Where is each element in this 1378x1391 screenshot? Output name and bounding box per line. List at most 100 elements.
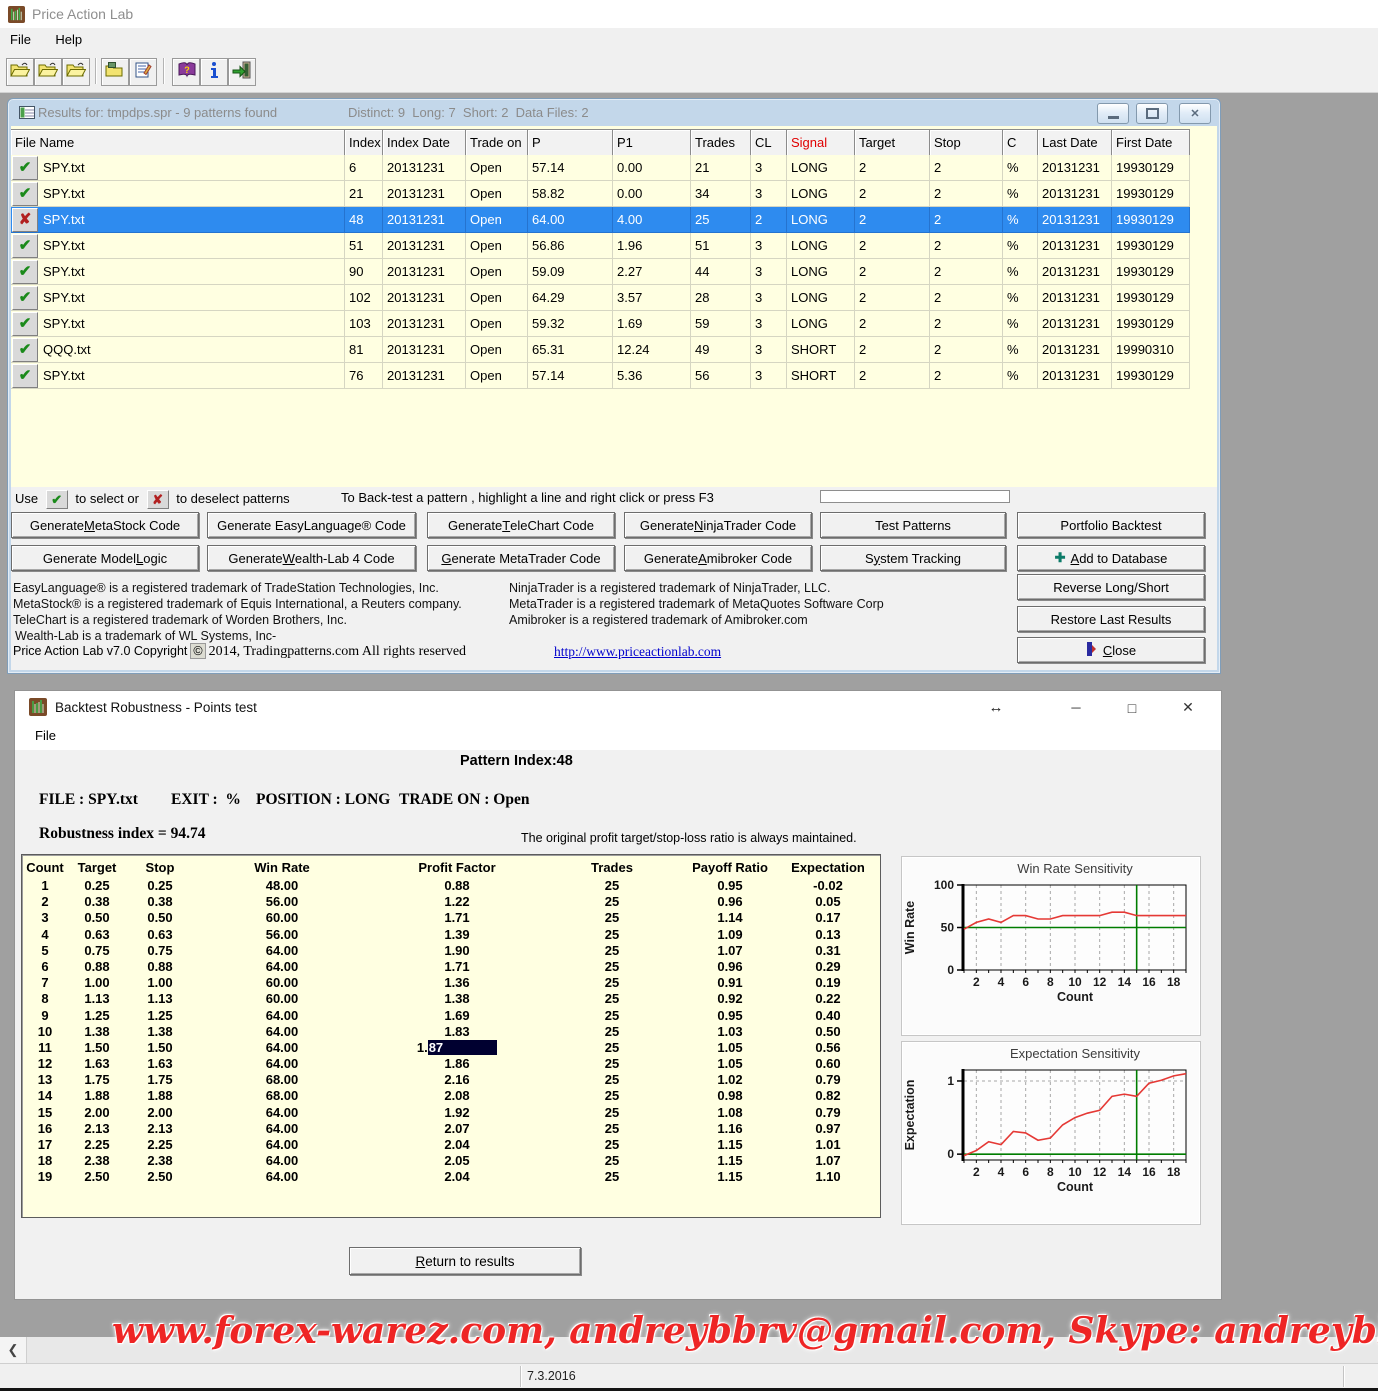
resize-arrows-icon[interactable]: ↔ (975, 691, 1017, 724)
results-row-4[interactable]: ✔SPY.txt5120131231Open56.861.96513LONG22… (11, 233, 1191, 259)
column-header-trades[interactable]: Trades (691, 129, 751, 156)
app-menubar: File Help (0, 28, 1378, 52)
select-check-icon[interactable]: ✔ (12, 312, 38, 336)
minimize-button[interactable] (1097, 103, 1129, 124)
deselect-cross-icon[interactable]: ✘ (12, 208, 38, 232)
results-row-5[interactable]: ✔SPY.txt9020131231Open59.092.27443LONG22… (11, 259, 1191, 285)
trade-on-label: TRADE ON : Open (399, 791, 529, 809)
column-header-cl[interactable]: CL (751, 129, 787, 156)
select-check-icon[interactable]: ✔ (12, 260, 38, 284)
open-file-button[interactable] (6, 58, 34, 86)
chevron-left-icon: ❮ (8, 1342, 19, 1358)
maximize-button[interactable]: □ (1111, 691, 1153, 724)
edit-report-button[interactable] (129, 58, 157, 86)
column-header-p1[interactable]: P1 (613, 129, 691, 156)
select-check-icon[interactable]: ✔ (12, 364, 38, 388)
system-tracking-button[interactable]: System Tracking (820, 545, 1006, 571)
progress-bar (820, 490, 1010, 503)
select-check-icon[interactable]: ✔ (12, 286, 38, 310)
toolbar-separator (95, 58, 96, 84)
open-file-button-3[interactable] (62, 58, 90, 86)
menu-help[interactable]: Help (45, 28, 92, 51)
select-check-icon[interactable]: ✔ (12, 156, 38, 180)
select-check-icon[interactable]: ✔ (12, 182, 38, 206)
select-check-icon[interactable]: ✔ (12, 338, 38, 362)
generate-amibroker-button[interactable]: Generate Amibroker Code (624, 545, 812, 571)
menu-file[interactable]: File (0, 28, 41, 51)
open-file-button-2[interactable] (34, 58, 62, 86)
results-row-8[interactable]: ✔QQQ.txt8120131231Open65.3112.24493SHORT… (11, 337, 1191, 363)
results-row-1[interactable]: ✔SPY.txt620131231Open57.140.00213LONG22%… (11, 155, 1191, 181)
svg-text:2: 2 (973, 975, 980, 989)
generate-easylanguage-button[interactable]: Generate EasyLanguage® Code (207, 512, 416, 538)
restore-last-results-button[interactable]: Restore Last Results (1017, 606, 1205, 632)
menu-file[interactable]: File (35, 728, 56, 743)
app-icon (8, 6, 25, 28)
column-header-p[interactable]: P (528, 129, 613, 156)
results-row-7[interactable]: ✔SPY.txt10320131231Open59.321.69593LONG2… (11, 311, 1191, 337)
column-header-index[interactable]: Index (345, 129, 383, 156)
column-header-target[interactable]: Target (855, 129, 930, 156)
column-header-index-date[interactable]: Index Date (383, 129, 466, 156)
status-divider (520, 1366, 521, 1387)
results-row-6[interactable]: ✔SPY.txt10220131231Open64.293.57283LONG2… (11, 285, 1191, 311)
generate-wealthlab-button[interactable]: Generate Wealth-Lab 4 Code (207, 545, 416, 571)
return-to-results-button[interactable]: Return to results (349, 1247, 581, 1275)
results-grid[interactable]: ✔SPY.txt620131231Open57.140.00213LONG22%… (11, 155, 1191, 389)
reverse-long-short-button[interactable]: Reverse Long/Short (1017, 574, 1205, 600)
close-window-button[interactable]: ✕ (1179, 103, 1211, 124)
exit-button[interactable] (228, 58, 256, 86)
svg-text:8: 8 (1047, 1165, 1054, 1179)
scan-folder-button[interactable] (101, 58, 129, 86)
generate-ninjatrader-button[interactable]: Generate NinjaTrader Code (624, 512, 812, 538)
win-rate-chart-panel: 05010024681012141618CountWin Rate Sensit… (901, 856, 1201, 1036)
robustness-row-14: 141.881.8868.002.08250.980.82 (24, 1088, 878, 1104)
generate-metastock-button[interactable]: Generate MetaStock Code (11, 512, 199, 538)
column-header-trade-on[interactable]: Trade on (466, 129, 528, 156)
legend-select-label: to select or (75, 491, 139, 506)
column-header-signal[interactable]: Signal (787, 129, 855, 156)
results-row-3[interactable]: ✘SPY.txt4820131231Open64.004.00252LONG22… (11, 207, 1191, 233)
robustness-window-icon (29, 698, 47, 721)
website-link[interactable]: http://www.priceactionlab.com (554, 644, 721, 660)
close-button[interactable]: Close (1017, 637, 1205, 663)
add-to-database-button[interactable]: ✚Add to Database (1017, 545, 1205, 571)
about-button[interactable] (200, 58, 228, 86)
results-row-2[interactable]: ✔SPY.txt2120131231Open58.820.00343LONG22… (11, 181, 1191, 207)
svg-text:4: 4 (998, 975, 1005, 989)
help-button[interactable]: ? (172, 58, 200, 86)
close-window-button[interactable]: ✕ (1167, 691, 1209, 724)
robustness-window-title: Backtest Robustness - Points test (55, 700, 257, 715)
robustness-table-header: CountTargetStopWin RateProfit FactorTrad… (24, 860, 878, 877)
column-header-first-date[interactable]: First Date (1112, 129, 1190, 156)
test-patterns-button[interactable]: Test Patterns (820, 512, 1006, 538)
svg-text:Expectation Sensitivity: Expectation Sensitivity (1010, 1046, 1141, 1061)
copyright-symbol: © (190, 643, 205, 659)
selection-legend: Use ✔ to select or ✘ to deselect pattern… (15, 490, 290, 510)
column-header-file-name[interactable]: File Name (11, 129, 345, 156)
legend-deselect-label: to deselect patterns (176, 491, 289, 506)
exit-label: EXIT : % (171, 791, 241, 809)
scroll-left-button[interactable]: ❮ (0, 1337, 27, 1363)
generate-model-logic-button[interactable]: Generate Model Logic (11, 545, 199, 571)
results-row-9[interactable]: ✔SPY.txt7620131231Open57.145.36563SHORT2… (11, 363, 1191, 389)
deselect-cross-icon: ✘ (147, 490, 169, 509)
column-header-stop[interactable]: Stop (930, 129, 1003, 156)
robustness-row-8: 81.131.1360.001.38250.920.22 (24, 991, 878, 1007)
restore-button[interactable] (1136, 103, 1168, 124)
svg-text:12: 12 (1093, 1165, 1107, 1179)
robustness-row-15: 152.002.0064.001.92251.080.79 (24, 1105, 878, 1121)
generate-telechart-button[interactable]: Generate TeleChart Code (427, 512, 615, 538)
select-check-icon: ✔ (46, 490, 68, 509)
column-header-c[interactable]: C (1003, 129, 1038, 156)
portfolio-backtest-button[interactable]: Portfolio Backtest (1017, 512, 1205, 538)
generate-metatrader-button[interactable]: Generate MetaTrader Code (427, 545, 615, 571)
minimize-button[interactable]: ─ (1055, 691, 1097, 724)
svg-text:50: 50 (941, 921, 955, 935)
column-header-last-date[interactable]: Last Date (1038, 129, 1112, 156)
position-label: POSITION : LONG (256, 791, 390, 809)
status-date: 7.3.2016 (527, 1369, 576, 1383)
select-check-icon[interactable]: ✔ (12, 234, 38, 258)
selected-cell-highlight: 87 (428, 1040, 497, 1055)
robustness-row-13: 131.751.7568.002.16251.020.79 (24, 1072, 878, 1088)
